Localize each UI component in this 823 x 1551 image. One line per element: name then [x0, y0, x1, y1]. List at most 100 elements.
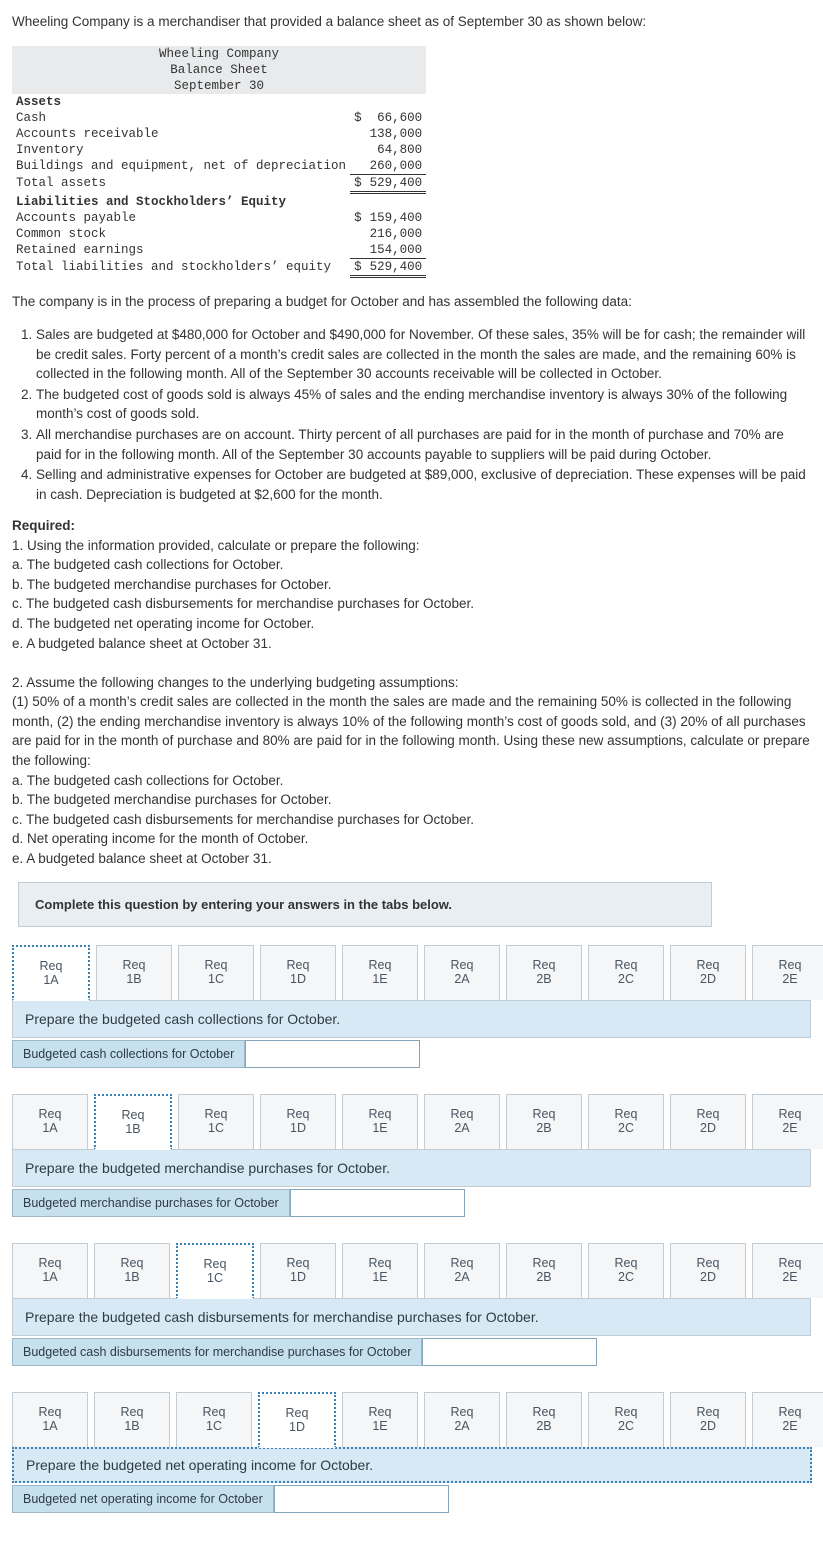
tab-req-2c-3[interactable]: Req 2C — [588, 1243, 664, 1298]
prompt-1c: Prepare the budgeted cash disbursements … — [12, 1298, 811, 1336]
tab-req-2a[interactable]: Req 2A — [424, 945, 500, 1000]
tab-req-1e-2[interactable]: Req 1E — [342, 1094, 418, 1149]
req-2c: c. The budgeted cash disbursements for m… — [12, 812, 474, 827]
prompt-1d: Prepare the budgeted net operating incom… — [12, 1447, 812, 1483]
complete-instruction-text: Complete this question by entering your … — [35, 897, 452, 912]
bs-ar-value: 138,000 — [366, 126, 427, 142]
tabs-1: Req 1A Req 1B Req 1C Req 1D Req 1E Req 2… — [12, 945, 811, 1000]
tab-req-2a-4[interactable]: Req 2A — [424, 1392, 500, 1447]
bs-tl-label: Total liabilities and stockholders’ equi… — [12, 258, 350, 276]
bs-be-value: 260,000 — [366, 158, 427, 175]
data-item-3: All merchandise purchases are on account… — [36, 425, 811, 464]
bs-ar-label: Accounts receivable — [12, 126, 350, 142]
tab-req-1b-2[interactable]: Req 1B — [94, 1094, 172, 1150]
tab-req-2e[interactable]: Req 2E — [752, 945, 823, 1000]
tab-req-2c[interactable]: Req 2C — [588, 945, 664, 1000]
req-1e: e. A budgeted balance sheet at October 3… — [12, 636, 272, 651]
bs-ta-value: 529,400 — [366, 174, 427, 192]
bs-liab-header: Liabilities and Stockholders’ Equity — [12, 192, 426, 210]
tab-req-1b-4[interactable]: Req 1B — [94, 1392, 170, 1447]
bs-cs-label: Common stock — [12, 226, 350, 242]
required-block: Required: 1. Using the information provi… — [12, 516, 811, 868]
tab-req-1c-3[interactable]: Req 1C — [176, 1243, 254, 1299]
tab-req-2a-3[interactable]: Req 2A — [424, 1243, 500, 1298]
req-1c: c. The budgeted cash disbursements for m… — [12, 596, 474, 611]
tab-req-2b[interactable]: Req 2B — [506, 945, 582, 1000]
input-1d[interactable] — [274, 1485, 449, 1513]
required-header: Required: — [12, 518, 75, 533]
bs-cash-value: 66,600 — [366, 110, 427, 126]
req-2b: b. The budgeted merchandise purchases fo… — [12, 792, 331, 807]
tab-req-1a-2[interactable]: Req 1A — [12, 1094, 88, 1149]
label-1b: Budgeted merchandise purchases for Octob… — [12, 1189, 290, 1217]
tab-req-1d-3[interactable]: Req 1D — [260, 1243, 336, 1298]
tab-req-1d-2[interactable]: Req 1D — [260, 1094, 336, 1149]
para-2: The company is in the process of prepari… — [12, 292, 811, 312]
req-1d: d. The budgeted net operating income for… — [12, 616, 314, 631]
input-1a[interactable] — [245, 1040, 420, 1068]
tab-req-2b-3[interactable]: Req 2B — [506, 1243, 582, 1298]
tab-req-1c-2[interactable]: Req 1C — [178, 1094, 254, 1149]
tab-req-2d[interactable]: Req 2D — [670, 945, 746, 1000]
tab-req-1d[interactable]: Req 1D — [260, 945, 336, 1000]
tab-req-1a[interactable]: Req 1A — [12, 945, 90, 1001]
bs-title-2: Balance Sheet — [12, 62, 426, 78]
bs-title-3: September 30 — [12, 78, 426, 94]
bs-ta-dollar: $ — [350, 174, 366, 192]
bs-assets-header: Assets — [12, 94, 426, 110]
req-2a: a. The budgeted cash collections for Oct… — [12, 773, 283, 788]
section-req-1c: Req 1A Req 1B Req 1C Req 1D Req 1E Req 2… — [12, 1243, 811, 1366]
tab-req-2b-4[interactable]: Req 2B — [506, 1392, 582, 1447]
tab-req-1a-4[interactable]: Req 1A — [12, 1392, 88, 1447]
tab-req-2c-2[interactable]: Req 2C — [588, 1094, 664, 1149]
bs-inv-value: 64,800 — [366, 142, 427, 158]
bs-cash-dollar: $ — [350, 110, 366, 126]
req-2p: (1) 50% of a month’s credit sales are co… — [12, 694, 810, 768]
prompt-1b: Prepare the budgeted merchandise purchas… — [12, 1149, 811, 1187]
tab-req-1e-3[interactable]: Req 1E — [342, 1243, 418, 1298]
bs-be-label: Buildings and equipment, net of deprecia… — [12, 158, 350, 175]
tab-req-1a-3[interactable]: Req 1A — [12, 1243, 88, 1298]
req-2: 2. Assume the following changes to the u… — [12, 675, 459, 690]
req-1a: a. The budgeted cash collections for Oct… — [12, 557, 283, 572]
tab-req-2d-4[interactable]: Req 2D — [670, 1392, 746, 1447]
bs-re-value: 154,000 — [366, 242, 427, 259]
tab-req-2d-3[interactable]: Req 2D — [670, 1243, 746, 1298]
input-1b[interactable] — [290, 1189, 465, 1217]
bs-ta-label: Total assets — [12, 174, 350, 192]
tab-req-1e-4[interactable]: Req 1E — [342, 1392, 418, 1447]
tab-req-2e-2[interactable]: Req 2E — [752, 1094, 823, 1149]
data-item-2: The budgeted cost of goods sold is alway… — [36, 385, 811, 424]
req-2e: e. A budgeted balance sheet at October 3… — [12, 851, 272, 866]
label-1d: Budgeted net operating income for Octobe… — [12, 1485, 274, 1513]
tab-req-1d-4[interactable]: Req 1D — [258, 1392, 336, 1448]
bs-tl-value: 529,400 — [366, 258, 427, 276]
data-list: Sales are budgeted at $480,000 for Octob… — [18, 325, 811, 504]
tab-req-2a-2[interactable]: Req 2A — [424, 1094, 500, 1149]
tab-req-2d-2[interactable]: Req 2D — [670, 1094, 746, 1149]
bs-ap-label: Accounts payable — [12, 210, 350, 226]
tabs-4: Req 1A Req 1B Req 1C Req 1D Req 1E Req 2… — [12, 1392, 811, 1447]
bs-re-label: Retained earnings — [12, 242, 350, 259]
tab-req-2b-2[interactable]: Req 2B — [506, 1094, 582, 1149]
tab-req-1c[interactable]: Req 1C — [178, 945, 254, 1000]
tab-req-1e[interactable]: Req 1E — [342, 945, 418, 1000]
section-req-1b: Req 1A Req 1B Req 1C Req 1D Req 1E Req 2… — [12, 1094, 811, 1217]
input-1c[interactable] — [422, 1338, 597, 1366]
tab-req-1b-3[interactable]: Req 1B — [94, 1243, 170, 1298]
prompt-1a: Prepare the budgeted cash collections fo… — [12, 1000, 811, 1038]
section-req-1a: Req 1A Req 1B Req 1C Req 1D Req 1E Req 2… — [12, 945, 811, 1068]
bs-ap-value: 159,400 — [366, 210, 427, 226]
tab-req-2e-4[interactable]: Req 2E — [752, 1392, 823, 1447]
tab-req-1b[interactable]: Req 1B — [96, 945, 172, 1000]
intro-text: Wheeling Company is a merchandiser that … — [12, 12, 811, 32]
tab-req-2e-3[interactable]: Req 2E — [752, 1243, 823, 1298]
section-req-1d: Req 1A Req 1B Req 1C Req 1D Req 1E Req 2… — [12, 1392, 811, 1513]
bs-title-1: Wheeling Company — [12, 46, 426, 62]
bs-cs-value: 216,000 — [366, 226, 427, 242]
tab-req-1c-4[interactable]: Req 1C — [176, 1392, 252, 1447]
tab-req-2c-4[interactable]: Req 2C — [588, 1392, 664, 1447]
bs-tl-dollar: $ — [350, 258, 366, 276]
req-1: 1. Using the information provided, calcu… — [12, 538, 419, 553]
req-2d: d. Net operating income for the month of… — [12, 831, 308, 846]
